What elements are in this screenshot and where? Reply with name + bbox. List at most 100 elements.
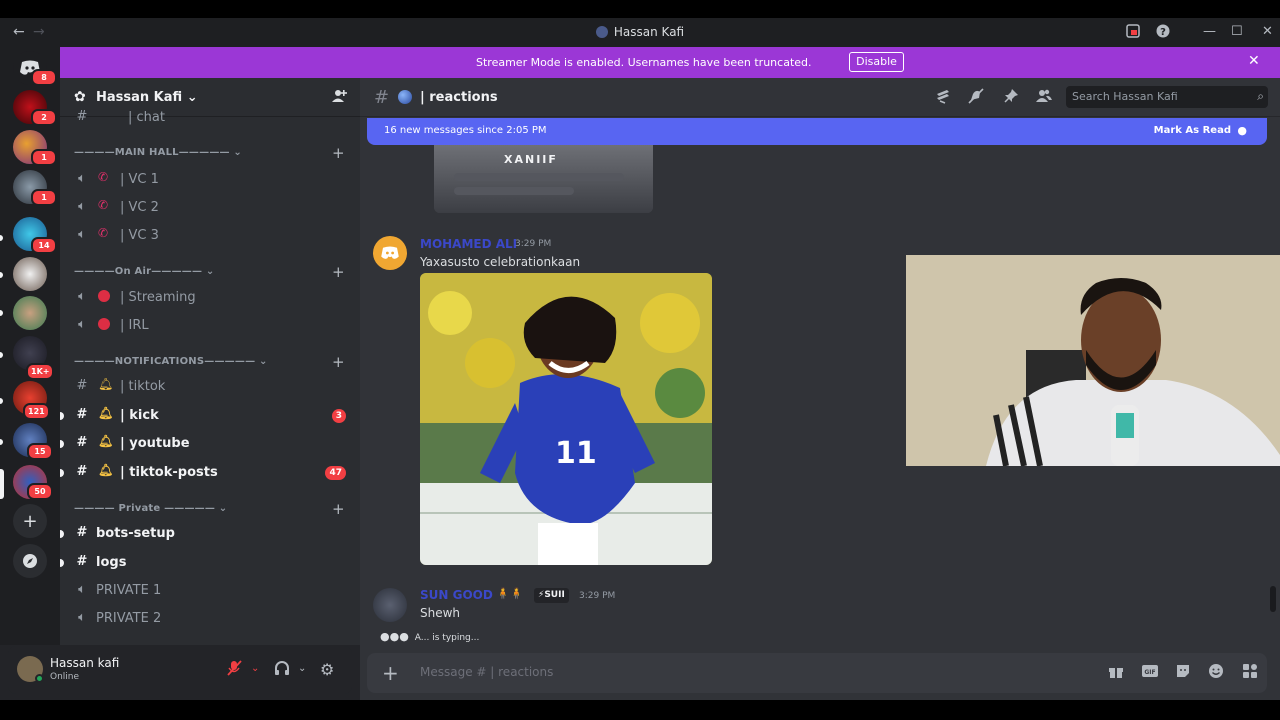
threads-icon[interactable] (935, 88, 951, 108)
settings-gear-icon[interactable]: ⚙ (320, 660, 334, 679)
category-on-air[interactable]: ————On Air————— ⌄ (74, 266, 214, 277)
channel-sidebar: ✿ Hassan Kafi ⌄ # | chat ————MAIN HALL——… (60, 78, 360, 645)
mark-read-icon: ● (1237, 124, 1247, 137)
window-title-text: Hassan Kafi (613, 25, 685, 39)
discord-logo-icon (381, 246, 399, 259)
mute-mic-icon[interactable] (226, 660, 242, 680)
channel-irl[interactable]: 🔈︎ | IRL (74, 314, 354, 338)
stage-icon: 🔈︎ (78, 317, 86, 332)
headphones-icon[interactable] (274, 660, 290, 680)
message-author[interactable]: SUN GOOD (420, 588, 493, 602)
user-tag-badge: ⚡SUII (534, 588, 569, 603)
chevron-down-icon[interactable]: ⌄ (298, 663, 306, 674)
mention-badge: 3 (331, 409, 346, 423)
channel-label: | Streaming (120, 290, 196, 305)
channel-vc1[interactable]: 🔈︎ ✆ | VC 1 (74, 168, 354, 192)
bell-icon: 🔔︎ (98, 406, 114, 420)
hash-icon: # (76, 378, 88, 393)
server-badge: 8 (31, 69, 57, 86)
pin-icon[interactable] (1003, 88, 1019, 108)
hash-icon: # (76, 464, 88, 479)
user-panel: Hassan kafi Online ⌄ ⌄ ⚙ (8, 646, 352, 694)
user-name[interactable]: Hassan kafi (50, 656, 119, 670)
channel-label: | tiktok (120, 379, 166, 394)
server-icon-6[interactable] (13, 296, 47, 330)
channel-vc3[interactable]: 🔈︎ ✆ | VC 3 (74, 224, 354, 248)
close-window-icon[interactable]: ✕ (1262, 24, 1273, 39)
server-badge: 15 (27, 443, 53, 460)
avatar[interactable] (373, 588, 407, 622)
minimize-icon[interactable]: — (1203, 24, 1216, 39)
unread-pip (0, 439, 3, 445)
channel-private-2[interactable]: 🔈︎ PRIVATE 2 (74, 607, 354, 631)
invite-icon[interactable] (332, 88, 347, 107)
server-icon-5[interactable] (13, 257, 47, 291)
unread-pip (0, 352, 3, 358)
jersey-number: 11 (555, 436, 597, 471)
help-icon[interactable]: ? (1156, 24, 1170, 42)
scrollbar-thumb[interactable] (1270, 586, 1276, 612)
server-badge: 1 (31, 149, 57, 166)
category-private[interactable]: ———— Private ————— ⌄ (74, 503, 227, 514)
search-input[interactable]: Search Hassan Kafi ⌕ (1066, 86, 1268, 108)
add-channel-icon[interactable]: + (332, 500, 345, 518)
channel-label: | chat (128, 110, 165, 125)
apps-icon[interactable] (1242, 663, 1258, 683)
channel-tiktok-posts[interactable]: # 🔔︎ | tiktok-posts 47 (60, 461, 354, 485)
discover-icon[interactable] (13, 544, 47, 578)
server-name[interactable]: Hassan Kafi ⌄ (96, 90, 198, 105)
channel-vc2[interactable]: 🔈︎ ✆ | VC 2 (74, 196, 354, 220)
red-circle-icon (98, 288, 114, 305)
typing-indicator: ●●● A... is typing... (380, 630, 479, 643)
disable-button[interactable]: Disable (849, 52, 904, 72)
unread-pip (0, 310, 3, 316)
category-main-hall[interactable]: ————MAIN HALL————— ⌄ (74, 147, 242, 158)
hash-icon: # (374, 87, 390, 108)
selected-pip (0, 469, 4, 499)
gift-icon[interactable] (1108, 663, 1124, 683)
sticker-icon[interactable] (1175, 663, 1191, 683)
add-channel-icon[interactable]: + (332, 144, 345, 162)
message-author[interactable]: MOHAMED ALI (420, 237, 517, 251)
message-composer[interactable]: + Message # | reactions GIF (367, 653, 1267, 693)
avatar[interactable] (373, 236, 407, 270)
close-icon[interactable]: ✕ (1248, 53, 1260, 69)
channel-label: logs (96, 555, 127, 570)
channel-kick[interactable]: # 🔔︎ | kick 3 (60, 404, 354, 428)
mark-as-read-button[interactable]: Mark As Read (1154, 125, 1231, 136)
server-badge: 2 (31, 109, 57, 126)
unread-pip (60, 469, 64, 477)
new-messages-bar[interactable]: 16 new messages since 2:05 PM Mark As Re… (367, 118, 1267, 145)
inbox-icon[interactable] (1126, 24, 1140, 42)
add-channel-icon[interactable]: + (332, 353, 345, 371)
channel-youtube[interactable]: # 🔔︎ | youtube (60, 432, 354, 456)
message-timestamp: 3:29 PM (515, 239, 552, 249)
add-channel-icon[interactable]: + (332, 263, 345, 281)
search-placeholder: Search Hassan Kafi (1072, 90, 1178, 103)
user-status: Online (50, 672, 80, 682)
notification-muted-icon[interactable] (968, 88, 984, 108)
server-icon (595, 26, 608, 38)
previous-image-attachment[interactable]: XANIIF (434, 145, 653, 213)
emoji-icon[interactable] (1208, 663, 1224, 683)
channel-chat[interactable]: # | chat (74, 106, 354, 130)
chevron-down-icon[interactable]: ⌄ (251, 663, 259, 674)
maximize-icon[interactable]: ☐ (1231, 24, 1243, 39)
channel-private-1[interactable]: 🔈︎ PRIVATE 1 (74, 579, 354, 603)
category-notifications[interactable]: ————NOTIFICATIONS————— ⌄ (74, 356, 268, 367)
attach-plus-icon[interactable]: + (382, 661, 399, 685)
channel-tiktok[interactable]: # 🔔︎ | tiktok (74, 375, 354, 399)
channel-label: | tiktok-posts (120, 465, 218, 480)
image-attachment[interactable]: 11 (420, 273, 712, 565)
server-badge: 1K+ (26, 363, 55, 380)
channel-bots-setup[interactable]: # bots-setup (60, 522, 354, 546)
message-input[interactable]: Message # | reactions (420, 665, 553, 679)
message-text: Shewh (420, 606, 461, 620)
channel-streaming[interactable]: 🔈︎ | Streaming (74, 286, 354, 310)
unread-pip (0, 272, 3, 278)
gif-icon[interactable]: GIF (1142, 663, 1158, 683)
add-server-icon[interactable]: + (13, 504, 47, 538)
unread-pip (60, 440, 64, 448)
channel-logs[interactable]: # logs (60, 551, 354, 575)
member-list-icon[interactable] (1036, 88, 1052, 108)
